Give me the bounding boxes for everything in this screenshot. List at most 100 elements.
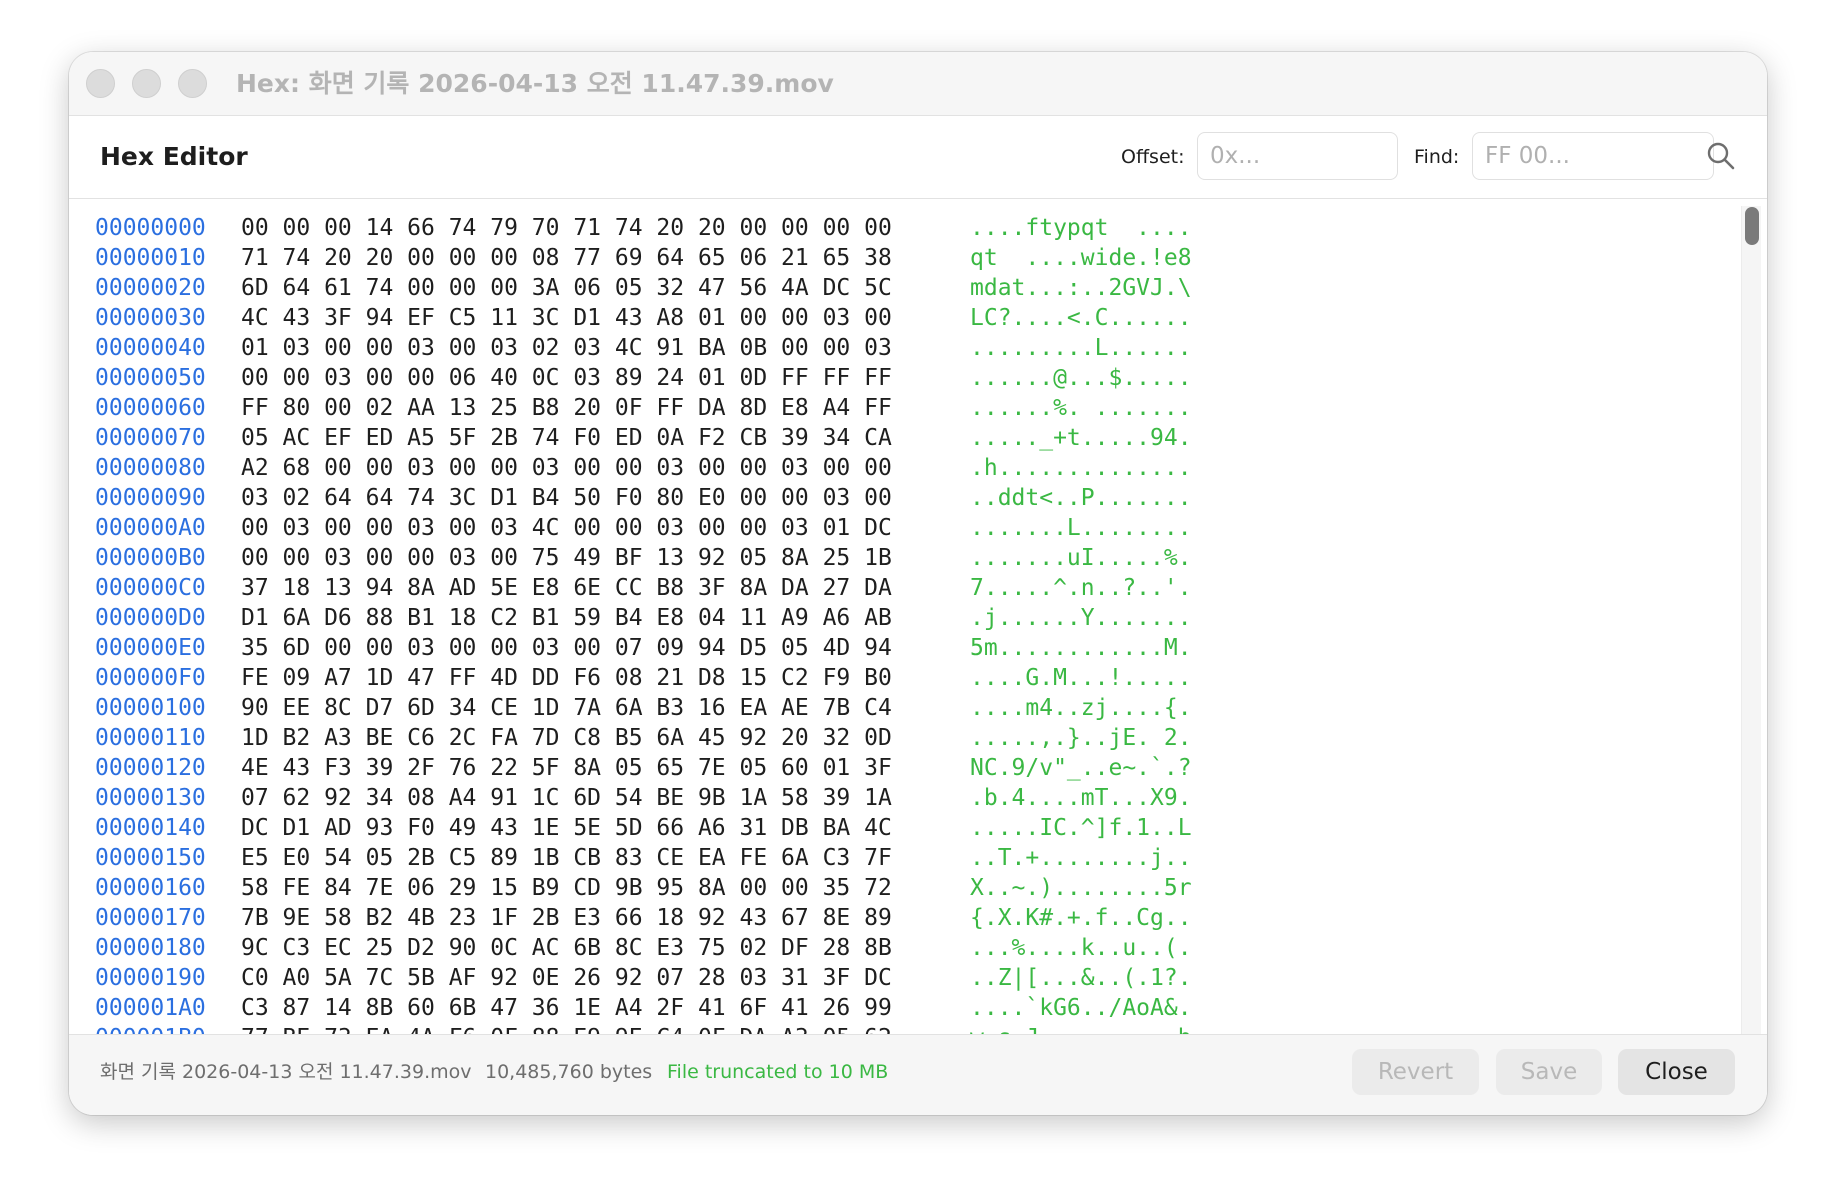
find-input[interactable]: [1472, 132, 1714, 180]
hex-row[interactable]: 00000150 E5 E0 54 05 2B C5 89 1B CB 83 CE…: [69, 843, 1729, 873]
row-address: 00000170: [95, 905, 206, 931]
row-address: 000000C0: [95, 575, 206, 601]
offset-label: Offset:: [1121, 146, 1185, 168]
revert-button[interactable]: Revert: [1352, 1049, 1479, 1095]
row-address: 00000100: [95, 695, 206, 721]
row-hex-bytes: 4C 43 3F 94 EF C5 11 3C D1 43 A8 01 00 0…: [241, 305, 892, 331]
row-hex-bytes: 01 03 00 00 03 00 03 02 03 4C 91 BA 0B 0…: [241, 335, 892, 361]
hex-row[interactable]: 00000130 07 62 92 34 08 A4 91 1C 6D 54 BE…: [69, 783, 1729, 813]
hex-row[interactable]: 00000020 6D 64 61 74 00 00 00 3A 06 05 32…: [69, 273, 1729, 303]
window-title: Hex: 화면 기록 2026-04-13 오전 11.47.39.mov: [236, 69, 834, 98]
row-address: 00000060: [95, 395, 206, 421]
hex-row[interactable]: 00000170 7B 9E 58 B2 4B 23 1F 2B E3 66 18…: [69, 903, 1729, 933]
row-hex-bytes: 1D B2 A3 BE C6 2C FA 7D C8 B5 6A 45 92 2…: [241, 725, 892, 751]
hex-dump-view[interactable]: 00000000 00 00 00 14 66 74 79 70 71 74 20…: [69, 199, 1767, 1095]
hex-row[interactable]: 000000B0 00 00 03 00 00 03 00 75 49 BF 13…: [69, 543, 1729, 573]
row-address: 000001A0: [95, 995, 206, 1021]
row-hex-bytes: 6D 64 61 74 00 00 00 3A 06 05 32 47 56 4…: [241, 275, 892, 301]
zoom-window-button[interactable]: [178, 69, 207, 98]
file-size: 10,485,760 bytes: [485, 1061, 653, 1083]
row-address: 000000A0: [95, 515, 206, 541]
hex-row[interactable]: 00000010 71 74 20 20 00 00 00 08 77 69 64…: [69, 243, 1729, 273]
window-controls: [86, 69, 207, 98]
hex-row[interactable]: 000000D0 D1 6A D6 88 B1 18 C2 B1 59 B4 E8…: [69, 603, 1729, 633]
row-ascii: NC.9/v"_..e~.`.?: [970, 755, 1192, 781]
row-ascii: ....G.M...!.....: [970, 665, 1192, 691]
hex-row[interactable]: 00000030 4C 43 3F 94 EF C5 11 3C D1 43 A8…: [69, 303, 1729, 333]
row-address: 00000110: [95, 725, 206, 751]
row-address: 000000B0: [95, 545, 206, 571]
hex-row[interactable]: 00000050 00 00 03 00 00 06 40 0C 03 89 24…: [69, 363, 1729, 393]
row-hex-bytes: FE 09 A7 1D 47 FF 4D DD F6 08 21 D8 15 C…: [241, 665, 892, 691]
hex-row[interactable]: 00000060 FF 80 00 02 AA 13 25 B8 20 0F FF…: [69, 393, 1729, 423]
row-hex-bytes: E5 E0 54 05 2B C5 89 1B CB 83 CE EA FE 6…: [241, 845, 892, 871]
row-address: 00000050: [95, 365, 206, 391]
hex-row[interactable]: 00000140 DC D1 AD 93 F0 49 43 1E 5E 5D 66…: [69, 813, 1729, 843]
row-ascii: mdat...:..2GVJ.\: [970, 275, 1192, 301]
row-ascii: ..T.+........j..: [970, 845, 1192, 871]
row-hex-bytes: A2 68 00 00 03 00 00 03 00 00 03 00 00 0…: [241, 455, 892, 481]
row-ascii: .......L........: [970, 515, 1192, 541]
hex-row[interactable]: 00000180 9C C3 EC 25 D2 90 0C AC 6B 8C E3…: [69, 933, 1729, 963]
row-address: 00000140: [95, 815, 206, 841]
row-address: 00000180: [95, 935, 206, 961]
hex-row[interactable]: 000000C0 37 18 13 94 8A AD 5E E8 6E CC B8…: [69, 573, 1729, 603]
hex-row[interactable]: 00000040 01 03 00 00 03 00 03 02 03 4C 91…: [69, 333, 1729, 363]
row-ascii: {.X.K#.+.f..Cg..: [970, 905, 1192, 931]
hex-row[interactable]: 00000100 90 EE 8C D7 6D 34 CE 1D 7A 6A B3…: [69, 693, 1729, 723]
row-hex-bytes: 00 03 00 00 03 00 03 4C 00 00 03 00 00 0…: [241, 515, 892, 541]
hex-row[interactable]: 00000190 C0 A0 5A 7C 5B AF 92 0E 26 92 07…: [69, 963, 1729, 993]
row-address: 00000070: [95, 425, 206, 451]
row-ascii: LC?....<.C......: [970, 305, 1192, 331]
hex-row[interactable]: 000001A0 C3 87 14 8B 60 6B 47 36 1E A4 2F…: [69, 993, 1729, 1023]
row-ascii: ..Z|[...&..(.1?.: [970, 965, 1192, 991]
hex-row[interactable]: 00000000 00 00 00 14 66 74 79 70 71 74 20…: [69, 213, 1729, 243]
row-address: 000000D0: [95, 605, 206, 631]
row-hex-bytes: 90 EE 8C D7 6D 34 CE 1D 7A 6A B3 16 EA A…: [241, 695, 892, 721]
vertical-scrollbar[interactable]: [1741, 206, 1761, 1044]
minimize-window-button[interactable]: [132, 69, 161, 98]
offset-input[interactable]: [1197, 132, 1398, 180]
row-hex-bytes: 58 FE 84 7E 06 29 15 B9 CD 9B 95 8A 00 0…: [241, 875, 892, 901]
row-hex-bytes: FF 80 00 02 AA 13 25 B8 20 0F FF DA 8D E…: [241, 395, 892, 421]
file-name: 화면 기록 2026-04-13 오전 11.47.39.mov: [100, 1061, 472, 1083]
row-ascii: .....,.}..jE. 2.: [970, 725, 1192, 751]
hex-row[interactable]: 00000080 A2 68 00 00 03 00 00 03 00 00 03…: [69, 453, 1729, 483]
hex-row[interactable]: 00000090 03 02 64 64 74 3C D1 B4 50 F0 80…: [69, 483, 1729, 513]
toolbar: Hex Editor Offset: Find:: [69, 116, 1767, 199]
close-button[interactable]: Close: [1618, 1049, 1735, 1095]
hex-row[interactable]: 00000160 58 FE 84 7E 06 29 15 B9 CD 9B 95…: [69, 873, 1729, 903]
row-address: 00000120: [95, 755, 206, 781]
row-ascii: .....IC.^]f.1..L: [970, 815, 1192, 841]
row-hex-bytes: 03 02 64 64 74 3C D1 B4 50 F0 80 E0 00 0…: [241, 485, 892, 511]
row-hex-bytes: 00 00 03 00 00 03 00 75 49 BF 13 92 05 8…: [241, 545, 892, 571]
hex-row[interactable]: 000000A0 00 03 00 00 03 00 03 4C 00 00 03…: [69, 513, 1729, 543]
row-ascii: .h..............: [970, 455, 1192, 481]
row-hex-bytes: D1 6A D6 88 B1 18 C2 B1 59 B4 E8 04 11 A…: [241, 605, 892, 631]
row-hex-bytes: 7B 9E 58 B2 4B 23 1F 2B E3 66 18 92 43 6…: [241, 905, 892, 931]
row-hex-bytes: DC D1 AD 93 F0 49 43 1E 5E 5D 66 A6 31 D…: [241, 815, 892, 841]
row-ascii: 7.....^.n..?..'.: [970, 575, 1192, 601]
row-address: 00000020: [95, 275, 206, 301]
row-address: 00000010: [95, 245, 206, 271]
hex-row[interactable]: 00000120 4E 43 F3 39 2F 76 22 5F 8A 05 65…: [69, 753, 1729, 783]
row-hex-bytes: 4E 43 F3 39 2F 76 22 5F 8A 05 65 7E 05 6…: [241, 755, 892, 781]
close-window-button[interactable]: [86, 69, 115, 98]
row-hex-bytes: 07 62 92 34 08 A4 91 1C 6D 54 BE 9B 1A 5…: [241, 785, 892, 811]
row-ascii: 5m............M.: [970, 635, 1192, 661]
save-button[interactable]: Save: [1496, 1049, 1602, 1095]
hex-row[interactable]: 00000110 1D B2 A3 BE C6 2C FA 7D C8 B5 6A…: [69, 723, 1729, 753]
row-hex-bytes: 00 00 00 14 66 74 79 70 71 74 20 20 00 0…: [241, 215, 892, 241]
search-icon[interactable]: [1705, 140, 1737, 172]
row-ascii: .j......Y.......: [970, 605, 1192, 631]
hex-row[interactable]: 00000070 05 AC EF ED A5 5F 2B 74 F0 ED 0A…: [69, 423, 1729, 453]
hex-row[interactable]: 000000E0 35 6D 00 00 03 00 00 03 00 07 09…: [69, 633, 1729, 663]
row-ascii: qt ....wide.!e8: [970, 245, 1192, 271]
row-hex-bytes: 05 AC EF ED A5 5F 2B 74 F0 ED 0A F2 CB 3…: [241, 425, 892, 451]
row-ascii: .......uI.....%.: [970, 545, 1192, 571]
row-hex-bytes: C3 87 14 8B 60 6B 47 36 1E A4 2F 41 6F 4…: [241, 995, 892, 1021]
row-ascii: ..ddt<..P.......: [970, 485, 1192, 511]
row-ascii: X..~.)........5r: [970, 875, 1192, 901]
hex-row[interactable]: 000000F0 FE 09 A7 1D 47 FF 4D DD F6 08 21…: [69, 663, 1729, 693]
scrollbar-thumb[interactable]: [1745, 207, 1759, 245]
